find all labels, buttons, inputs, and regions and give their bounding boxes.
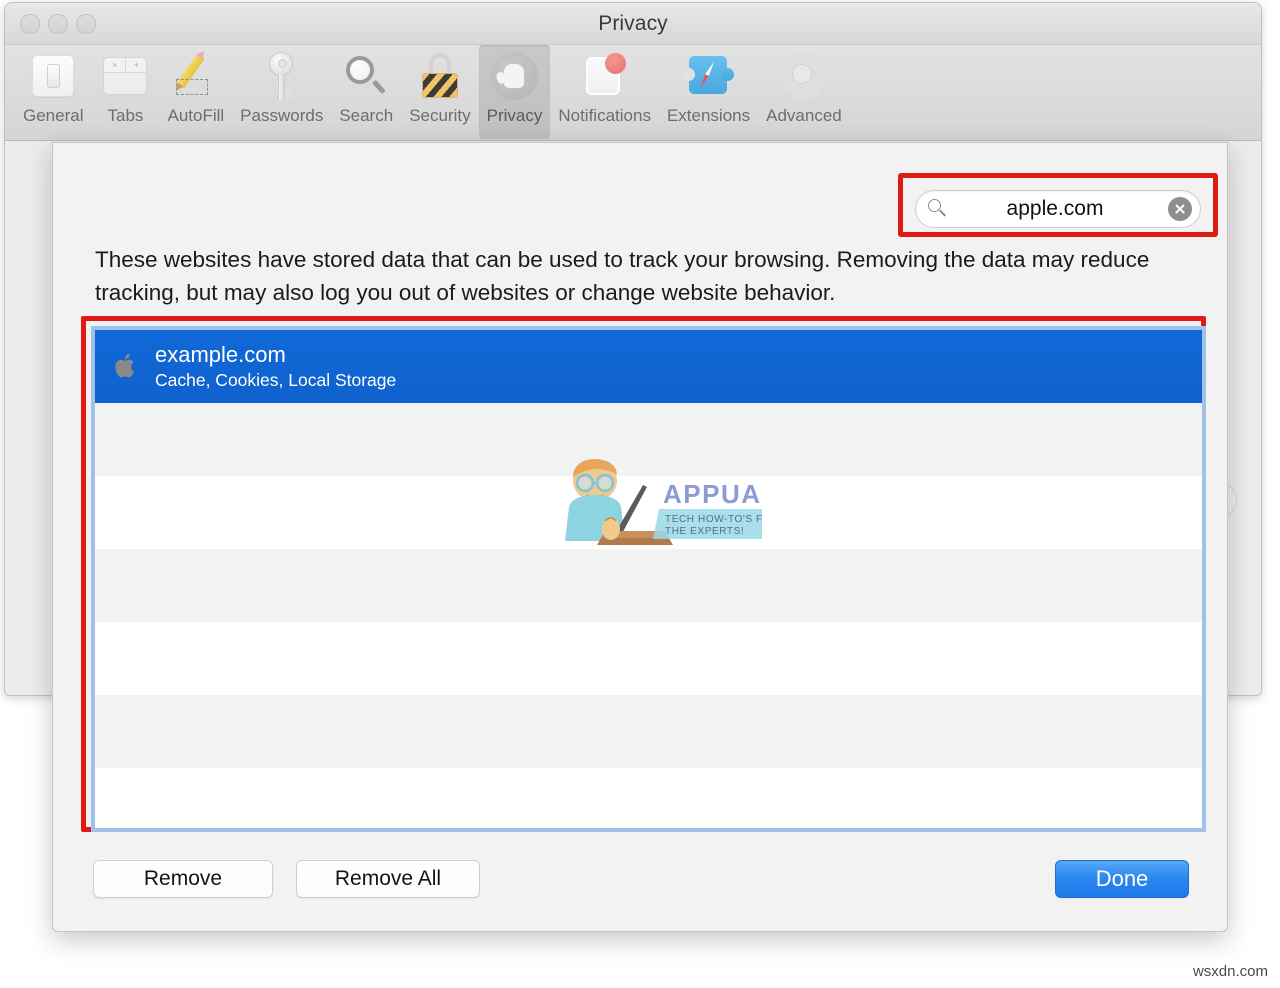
website-data-sheet: apple.com These websites have stored dat…: [52, 142, 1228, 932]
toolbar-label-security: Security: [409, 106, 471, 125]
website-list[interactable]: example.com Cache, Cookies, Local Storag…: [91, 326, 1206, 832]
toolbar-item-privacy[interactable]: Privacy: [478, 45, 551, 139]
table-row-empty: [95, 403, 1202, 476]
toolbar-label-privacy: Privacy: [486, 106, 543, 125]
sheet-description: These websites have stored data that can…: [95, 247, 1150, 305]
toolbar-item-notifications[interactable]: Notifications: [550, 45, 659, 139]
toolbar-label-autofill: AutoFill: [167, 106, 225, 125]
lock-icon: [414, 48, 466, 104]
toolbar-label-passwords: Passwords: [240, 106, 324, 125]
toolbar-item-tabs[interactable]: × + Tabs: [91, 45, 159, 139]
toolbar-item-extensions[interactable]: Extensions: [659, 45, 758, 139]
toolbar-item-search[interactable]: Search: [331, 45, 401, 139]
minimize-button[interactable]: [48, 14, 68, 34]
close-button[interactable]: [20, 14, 40, 34]
table-row-empty: [95, 695, 1202, 768]
notification-icon: [579, 48, 631, 104]
toolbar-label-notifications: Notifications: [558, 106, 651, 125]
search-input[interactable]: apple.com: [915, 190, 1201, 228]
row-site-details: Cache, Cookies, Local Storage: [155, 370, 397, 390]
toolbar-label-advanced: Advanced: [766, 106, 842, 125]
corner-watermark: wsxdn.com: [1192, 963, 1268, 980]
window-titlebar: Privacy: [5, 3, 1261, 45]
apple-logo-icon: [115, 352, 141, 382]
table-row-empty: [95, 622, 1202, 695]
general-icon: [27, 48, 79, 104]
table-row-empty: [95, 549, 1202, 622]
gear-icon: [778, 48, 830, 104]
tabs-icon: × +: [99, 48, 151, 104]
search-icon: [928, 199, 948, 219]
search-input-value: apple.com: [1006, 197, 1104, 220]
table-row[interactable]: example.com Cache, Cookies, Local Storag…: [95, 330, 1202, 403]
remove-all-button[interactable]: Remove All: [296, 860, 480, 898]
toolbar-item-general[interactable]: General: [15, 45, 91, 139]
toolbar-label-search: Search: [339, 106, 394, 125]
toolbar-label-extensions: Extensions: [666, 106, 751, 125]
table-row-empty: [95, 768, 1202, 828]
remove-button[interactable]: Remove: [93, 860, 273, 898]
autofill-icon: [170, 48, 222, 104]
zoom-button[interactable]: [76, 14, 96, 34]
toolbar-item-advanced[interactable]: Advanced: [758, 45, 850, 139]
list-annotation-box: example.com Cache, Cookies, Local Storag…: [81, 316, 1206, 832]
preferences-toolbar: General × + Tabs AutoFill Passwords Sear…: [5, 45, 1261, 141]
toolbar-item-autofill[interactable]: AutoFill: [159, 45, 232, 139]
row-site-name: example.com: [155, 342, 286, 367]
toolbar-label-general: General: [23, 106, 84, 125]
puzzle-compass-icon: [681, 48, 735, 104]
done-button[interactable]: Done: [1055, 860, 1189, 898]
magnifier-icon: [340, 48, 392, 104]
window-title: Privacy: [598, 12, 668, 35]
toolbar-item-passwords[interactable]: Passwords: [232, 45, 331, 139]
traffic-light-group: [20, 14, 96, 34]
search-annotation-box: apple.com: [898, 173, 1218, 237]
hand-icon: [488, 48, 540, 104]
toolbar-label-tabs: Tabs: [107, 106, 144, 125]
table-row-empty: [95, 476, 1202, 549]
toolbar-item-security[interactable]: Security: [401, 45, 478, 139]
clear-icon[interactable]: [1168, 197, 1192, 221]
key-icon: [256, 48, 308, 104]
